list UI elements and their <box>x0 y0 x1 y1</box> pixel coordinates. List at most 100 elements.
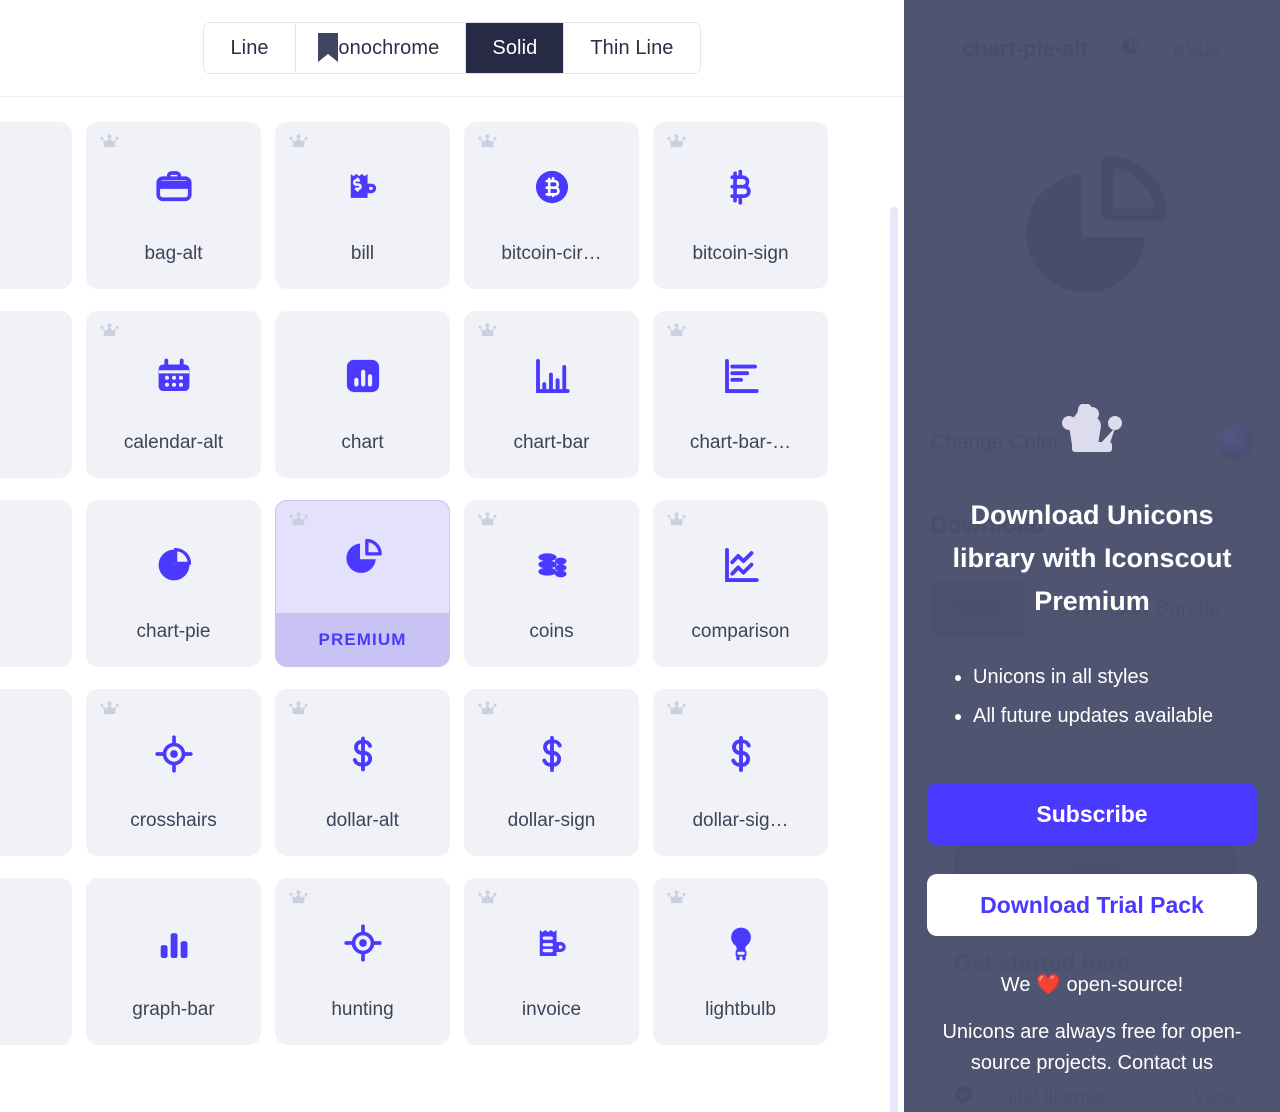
icon-card-label <box>0 265 72 289</box>
icon-cell: PREMIUM <box>275 500 464 689</box>
crown-badge-icon <box>477 323 498 339</box>
icon-card-label: bill <box>350 243 375 264</box>
icon-card[interactable]: ne <box>0 500 72 667</box>
icon-cell: bitcoin-sign <box>653 122 842 311</box>
premium-upsell-overlay: Download Unicons library with Iconscout … <box>904 0 1280 1112</box>
icon-cell: calendar-alt <box>86 311 275 500</box>
upsell-benefits: Unicons in all stylesAll future updates … <box>927 659 1257 737</box>
crown-badge-icon <box>666 323 687 339</box>
icon-cell: dollar-sign <box>464 689 653 878</box>
icon-card-label: calendar-alt <box>123 432 224 453</box>
crown-badge-icon <box>99 701 120 717</box>
icon-card-label: bitcoin-sign <box>692 243 789 264</box>
icon-card[interactable]: dollar-sig… <box>653 689 828 856</box>
icon-card-label: coins <box>529 621 574 642</box>
icon-card[interactable]: bitcoin-cir… <box>464 122 639 289</box>
crown-badge-icon <box>288 512 309 528</box>
icon-card-label: comparison <box>691 621 790 642</box>
icon-card[interactable]: bag-alt <box>86 122 261 289</box>
style-segmented-control[interactable]: Line Monochrome Solid Thin Line <box>203 22 701 74</box>
icon-glyph-hidden <box>0 689 72 810</box>
crown-badge-icon <box>288 890 309 906</box>
chart-pie-icon <box>86 500 261 621</box>
icon-card-label: chart <box>341 432 384 453</box>
icon-card[interactable]: chart-pie <box>86 500 261 667</box>
icon-grid: bag-alt bill bitcoin-cir… bitcoin-sign r… cal… <box>0 122 897 1067</box>
icon-card[interactable]: invoice <box>464 878 639 1045</box>
icon-card[interactable]: dollar-alt <box>275 689 450 856</box>
icon-cell: invoice <box>464 878 653 1067</box>
icon-card[interactable]: crosshairs <box>86 689 261 856</box>
icon-cell: coins <box>464 500 653 689</box>
icon-card[interactable]: chart-bar-… <box>653 311 828 478</box>
style-tab-solid[interactable]: Solid <box>466 23 565 73</box>
icon-card-label: crosshairs <box>130 810 217 831</box>
icon-card[interactable]: calendar-alt <box>86 311 261 478</box>
benefit-item: Unicons in all styles <box>973 659 1257 696</box>
icon-card-label: chart-bar <box>513 432 590 453</box>
icon-cell: -alt <box>0 689 86 878</box>
crown-badge-icon <box>477 890 498 906</box>
icon-glyph-hidden <box>0 500 72 621</box>
icon-card-label: chart-pie <box>136 621 211 642</box>
crown-badge-icon <box>477 134 498 150</box>
icon-card[interactable]: hunting <box>275 878 450 1045</box>
icon-card-label: dollar-sig… <box>692 810 789 831</box>
icon-browser-pane: Line Monochrome Solid Thin Line bag-alt bill… <box>0 0 904 1112</box>
style-tab-line[interactable]: Line <box>204 23 296 73</box>
icon-card[interactable]: -alt <box>0 689 72 856</box>
icon-card-label: hunting <box>331 999 394 1020</box>
style-toolbar: Line Monochrome Solid Thin Line <box>0 0 904 97</box>
icon-cell: bill <box>275 122 464 311</box>
icon-card-label: graph-bar <box>132 999 215 1020</box>
icon-card[interactable]: bitcoin-sign <box>653 122 828 289</box>
subscribe-button[interactable]: Subscribe <box>927 783 1257 845</box>
open-source-line: We ❤️ open-source! <box>1000 974 1184 996</box>
icon-card[interactable]: lightbulb <box>653 878 828 1045</box>
icon-glyph-hidden <box>0 311 72 432</box>
crown-badge-icon <box>288 701 309 717</box>
icon-card-label: dollar-alt <box>326 810 399 831</box>
crown-badge-icon <box>288 134 309 150</box>
icon-card[interactable]: chart-bar <box>464 311 639 478</box>
crown-badge-icon <box>666 890 687 906</box>
icon-card[interactable] <box>0 878 72 1045</box>
benefit-item: All future updates available <box>973 698 1257 735</box>
download-trial-pack-button[interactable]: Download Trial Pack <box>927 874 1257 936</box>
icon-library-app: Line Monochrome Solid Thin Line bag-alt bill… <box>0 0 1280 1112</box>
vertical-scrollbar[interactable] <box>890 207 898 1112</box>
icon-cell: chart <box>275 311 464 500</box>
icon-cell: crosshairs <box>86 689 275 878</box>
icon-cell: dollar-alt <box>275 689 464 878</box>
bookmark-icon[interactable] <box>313 26 343 70</box>
icon-card-label: bitcoin-cir… <box>501 243 602 264</box>
icon-card-label: -alt <box>0 810 72 856</box>
icon-card-label: dollar-sign <box>507 810 596 831</box>
icon-cell: ne <box>0 500 86 689</box>
premium-badge: PREMIUM <box>275 613 450 667</box>
icon-cell <box>0 122 86 311</box>
icon-card[interactable]: dollar-sign <box>464 689 639 856</box>
icon-card-selected[interactable]: PREMIUM <box>275 500 450 667</box>
icon-card[interactable]: coins <box>464 500 639 667</box>
icon-card[interactable]: graph-bar <box>86 878 261 1045</box>
upsell-title: Download Unicons library with Iconscout … <box>952 500 1232 616</box>
icon-cell: bag-alt <box>86 122 275 311</box>
icon-card[interactable]: chart <box>275 311 450 478</box>
icon-card-label: ne <box>0 621 72 667</box>
open-source-note: Unicons are always free for open-source … <box>942 1021 1242 1074</box>
icon-cell: chart-bar-… <box>653 311 842 500</box>
style-tab-thin-line[interactable]: Thin Line <box>564 23 700 73</box>
crown-badge-icon <box>99 323 120 339</box>
icon-card-label: invoice <box>521 999 582 1020</box>
icon-grid-scroll-area[interactable]: bag-alt bill bitcoin-cir… bitcoin-sign r… cal… <box>0 97 904 1112</box>
icon-cell <box>0 878 86 1067</box>
icon-cell: chart-bar <box>464 311 653 500</box>
graph-bar-icon <box>86 878 261 999</box>
icon-card[interactable]: comparison <box>653 500 828 667</box>
icon-card[interactable]: bill <box>275 122 450 289</box>
icon-cell: chart-pie <box>86 500 275 689</box>
icon-card[interactable] <box>0 122 72 289</box>
icon-card[interactable]: r… <box>0 311 72 478</box>
crown-badge-icon <box>99 134 120 150</box>
